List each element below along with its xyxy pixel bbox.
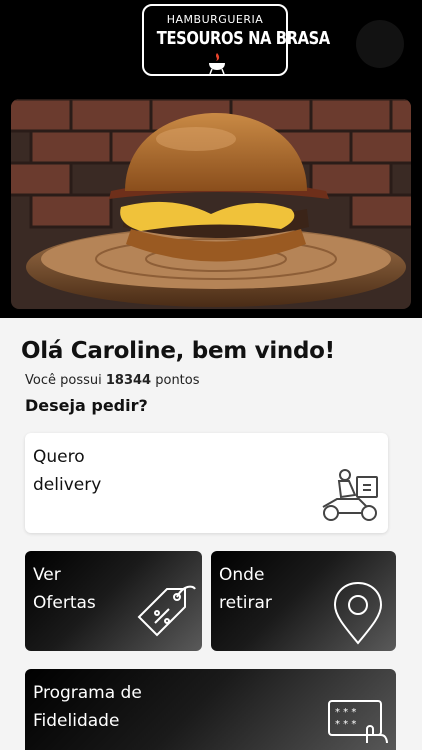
points-value: 18344 xyxy=(105,373,152,388)
pickup-card[interactable]: Onde retirar xyxy=(211,551,396,651)
brand-subtitle: HAMBURGUERIA xyxy=(166,13,264,26)
svg-text:* * *: * * * xyxy=(335,707,356,718)
points-suffix: pontos xyxy=(155,373,200,388)
delivery-label: Quero delivery xyxy=(33,447,102,495)
delivery-scooter-icon xyxy=(322,469,378,521)
svg-text:* * *: * * * xyxy=(335,719,356,730)
brand-logo: HAMBURGUERIA TESOUROS NA BRASA xyxy=(142,4,330,76)
points-prefix: Você possui xyxy=(25,373,102,388)
price-tag-icon xyxy=(137,585,196,637)
greeting-title: Olá Caroline, bem vindo! xyxy=(21,338,335,364)
brand-name: TESOUROS NA BRASA xyxy=(156,28,330,49)
order-question: Deseja pedir? xyxy=(25,396,148,415)
loyalty-card-icon: * * * * * * xyxy=(328,700,388,743)
pickup-label: Onde retirar xyxy=(219,565,272,613)
hero-burger-image xyxy=(11,99,411,309)
points-text: Você possui 18344 pontos xyxy=(25,373,200,388)
grill-icon xyxy=(209,53,225,74)
offers-label: Ver Ofertas xyxy=(33,565,96,613)
loyalty-label: Programa de Fidelidade xyxy=(33,683,142,731)
app-header: HAMBURGUERIA TESOUROS NA BRASA xyxy=(0,0,422,318)
offers-card[interactable]: Ver Ofertas xyxy=(25,551,202,651)
delivery-card[interactable]: Quero delivery xyxy=(25,433,388,533)
loyalty-card[interactable]: Programa de Fidelidade * * * * * * xyxy=(25,669,396,750)
profile-button[interactable] xyxy=(356,20,404,68)
location-pin-icon xyxy=(333,581,383,645)
